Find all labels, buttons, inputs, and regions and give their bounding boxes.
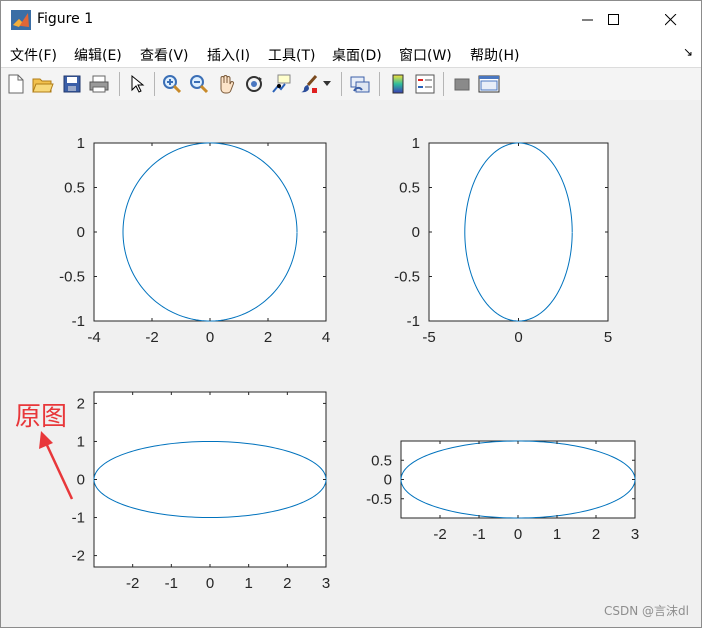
zoom-out-icon[interactable] — [187, 72, 211, 96]
zoom-in-icon[interactable] — [160, 72, 184, 96]
axes-4[interactable] — [400, 440, 636, 519]
print-icon[interactable] — [87, 72, 111, 96]
open-file-icon[interactable] — [31, 72, 55, 96]
menu-insert[interactable]: 插入(I) — [207, 45, 250, 65]
save-icon[interactable] — [60, 72, 84, 96]
menubar-arrow-icon[interactable]: ↘ — [683, 45, 693, 59]
menu-bar: 文件(F) 编辑(E) 查看(V) 插入(I) 工具(T) 桌面(D) 窗口(W… — [1, 39, 701, 67]
x-tick-label: -2 — [145, 329, 158, 346]
data-cursor-icon[interactable] — [269, 72, 293, 96]
maximize-button[interactable] — [591, 1, 637, 39]
y-tick-label: -2 — [72, 548, 85, 565]
toolbar-separator — [379, 72, 380, 96]
show-plot-tools-icon[interactable] — [477, 72, 501, 96]
x-tick-label: 2 — [264, 329, 272, 346]
x-tick-label: -2 — [126, 575, 139, 592]
x-tick-label: 1 — [553, 526, 561, 543]
y-tick-label: -0.5 — [366, 491, 392, 508]
y-tick-label: 0.5 — [399, 180, 420, 197]
y-tick-label: -1 — [72, 510, 85, 527]
link-plot-icon[interactable] — [348, 72, 372, 96]
y-tick-label: 1 — [77, 135, 85, 152]
annotation-arrow-icon — [39, 431, 74, 500]
brush-icon[interactable] — [297, 72, 321, 96]
y-tick-label: -1 — [407, 313, 420, 330]
y-tick-label: 0 — [412, 224, 420, 241]
y-tick-label: -1 — [72, 313, 85, 330]
x-tick-label: 4 — [322, 329, 330, 346]
matlab-icon — [11, 10, 31, 30]
x-tick-label: 3 — [322, 575, 330, 592]
menu-file[interactable]: 文件(F) — [10, 45, 57, 65]
x-tick-label: 1 — [244, 575, 252, 592]
toolbar-separator — [154, 72, 155, 96]
window-title: Figure 1 — [37, 11, 94, 27]
menu-desktop[interactable]: 桌面(D) — [332, 45, 382, 65]
brush-dropdown-icon[interactable] — [321, 72, 333, 96]
maximize-icon — [608, 14, 619, 25]
x-tick-label: -4 — [87, 329, 100, 346]
menu-view[interactable]: 查看(V) — [140, 45, 189, 65]
hide-plot-tools-icon[interactable] — [450, 72, 474, 96]
x-tick-label: -1 — [165, 575, 178, 592]
x-tick-label: 2 — [283, 575, 291, 592]
plots-svg: -4 -2 0 2 4 -1 -0.5 0 0.5 1 -5 0 5 -1 -0.5 0 0.5 1 -2 -1 0 1 2… — [59, 135, 639, 592]
toolbar-separator — [119, 72, 120, 96]
legend-icon[interactable] — [413, 72, 437, 96]
menu-help[interactable]: 帮助(H) — [470, 45, 519, 65]
new-figure-icon[interactable] — [4, 72, 28, 96]
axes-3[interactable] — [93, 391, 327, 568]
menu-edit[interactable]: 编辑(E) — [74, 45, 122, 65]
x-tick-label: 0 — [514, 329, 522, 346]
y-tick-label: -0.5 — [59, 269, 85, 286]
x-tick-label: 5 — [604, 329, 612, 346]
y-tick-label: 1 — [412, 135, 420, 152]
y-tick-label: 0.5 — [371, 452, 392, 469]
x-tick-label: 3 — [631, 526, 639, 543]
x-tick-label: 0 — [206, 575, 214, 592]
y-tick-label: -0.5 — [394, 269, 420, 286]
x-tick-label: -1 — [472, 526, 485, 543]
rotate-3d-icon[interactable] — [242, 72, 266, 96]
y-tick-label: 0.5 — [64, 180, 85, 197]
toolbar-separator — [341, 72, 342, 96]
y-tick-label: 0 — [77, 224, 85, 241]
colorbar-icon[interactable] — [386, 72, 410, 96]
y-tick-label: 2 — [77, 395, 85, 412]
x-tick-label: 2 — [592, 526, 600, 543]
toolbar-separator — [443, 72, 444, 96]
menu-window[interactable]: 窗口(W) — [399, 45, 452, 65]
x-tick-label: -2 — [433, 526, 446, 543]
x-tick-label: 0 — [514, 526, 522, 543]
watermark-text: CSDN @言沫dl — [604, 604, 689, 618]
figure-toolbar — [1, 67, 701, 101]
close-icon — [665, 14, 677, 26]
figure-window: Figure 1 文件(F) 编辑(E) 查看(V) 插入(I) 工具(T) 桌… — [0, 0, 702, 628]
figure-canvas: -4 -2 0 2 4 -1 -0.5 0 0.5 1 -5 0 5 -1 -0.5 0 0.5 1 -2 -1 0 1 2… — [1, 100, 701, 627]
close-button[interactable] — [648, 1, 694, 39]
menu-tools[interactable]: 工具(T) — [268, 45, 315, 65]
pan-hand-icon[interactable] — [214, 72, 238, 96]
x-tick-label: -5 — [422, 329, 435, 346]
axes-2[interactable] — [428, 142, 609, 322]
select-arrow-icon[interactable] — [125, 72, 149, 96]
y-tick-label: 0 — [384, 472, 392, 489]
axes-1[interactable] — [93, 142, 327, 322]
title-bar[interactable]: Figure 1 — [1, 1, 701, 39]
x-tick-label: 0 — [206, 329, 214, 346]
